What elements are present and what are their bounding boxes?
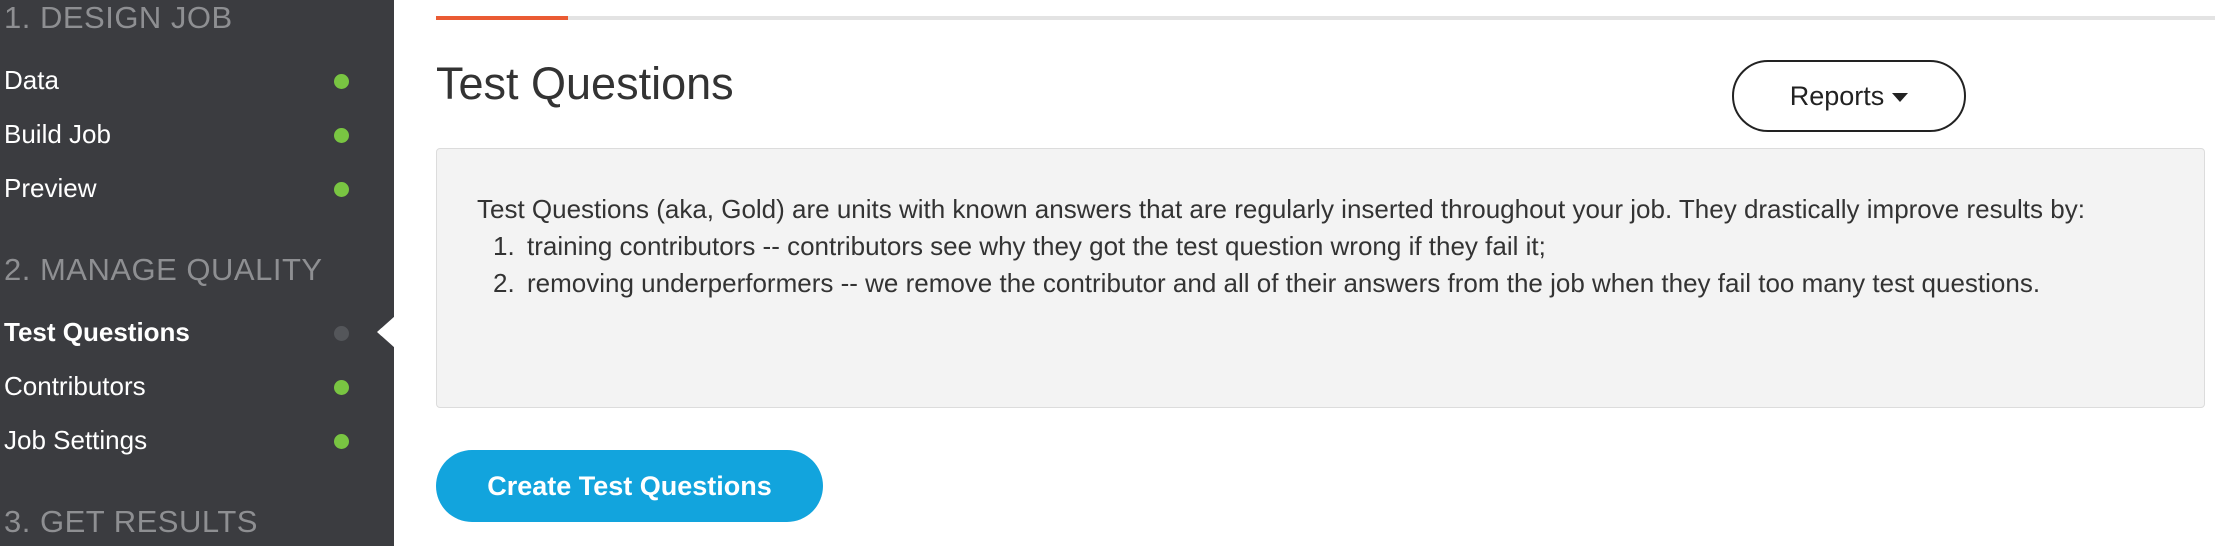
status-dot-complete (334, 434, 349, 449)
sidebar-item-label: Build Job (4, 119, 111, 149)
section-title-manage-quality: 2. MANAGE QUALITY (4, 252, 323, 287)
caret-down-icon (1892, 93, 1909, 102)
sidebar-item-build-job[interactable]: Build Job (4, 113, 384, 157)
sidebar-item-data[interactable]: Data (4, 59, 384, 103)
reports-label: Reports (1789, 80, 1885, 111)
list-text: removing underperformers -- we remove th… (527, 268, 2041, 298)
section-title-get-results: 3. GET RESULTS (4, 504, 258, 539)
sidebar-item-contributors[interactable]: Contributors (4, 365, 384, 409)
sidebar-item-test-questions[interactable]: Test Questions (4, 311, 384, 355)
list-item: 2. removing underperformers -- we remove… (477, 265, 2164, 302)
status-dot-active (334, 326, 349, 341)
status-dot-complete (334, 182, 349, 197)
list-text: training contributors -- contributors se… (527, 231, 1546, 261)
create-test-questions-button[interactable]: Create Test Questions (436, 450, 823, 522)
info-intro: Test Questions (aka, Gold) are units wit… (477, 194, 2085, 224)
list-item: 1. training contributors -- contributors… (477, 228, 2164, 265)
page-title: Test Questions (436, 58, 734, 109)
progress-bar-fill (436, 16, 568, 20)
sidebar-item-preview[interactable]: Preview (4, 167, 384, 211)
list-number: 1. (493, 231, 515, 261)
list-number: 2. (493, 268, 515, 298)
status-dot-complete (334, 128, 349, 143)
status-dot-complete (334, 74, 349, 89)
sidebar-item-label: Preview (4, 173, 97, 203)
active-item-pointer (377, 316, 395, 348)
sidebar-item-job-settings[interactable]: Job Settings (4, 419, 384, 463)
info-panel: Test Questions (aka, Gold) are units wit… (436, 148, 2205, 408)
sidebar: 1. DESIGN JOB Data Build Job Preview 2. … (0, 0, 395, 546)
status-dot-complete (334, 380, 349, 395)
sidebar-item-label: Job Settings (4, 425, 148, 455)
sidebar-item-label: Test Questions (4, 317, 190, 347)
sidebar-item-label: Contributors (4, 371, 146, 401)
info-list: 1. training contributors -- contributors… (477, 228, 2164, 302)
section-title-design-job: 1. DESIGN JOB (4, 0, 233, 35)
progress-bar (436, 16, 2215, 20)
sidebar-item-label: Data (4, 65, 59, 95)
reports-dropdown-button[interactable]: Reports (1732, 60, 1966, 132)
